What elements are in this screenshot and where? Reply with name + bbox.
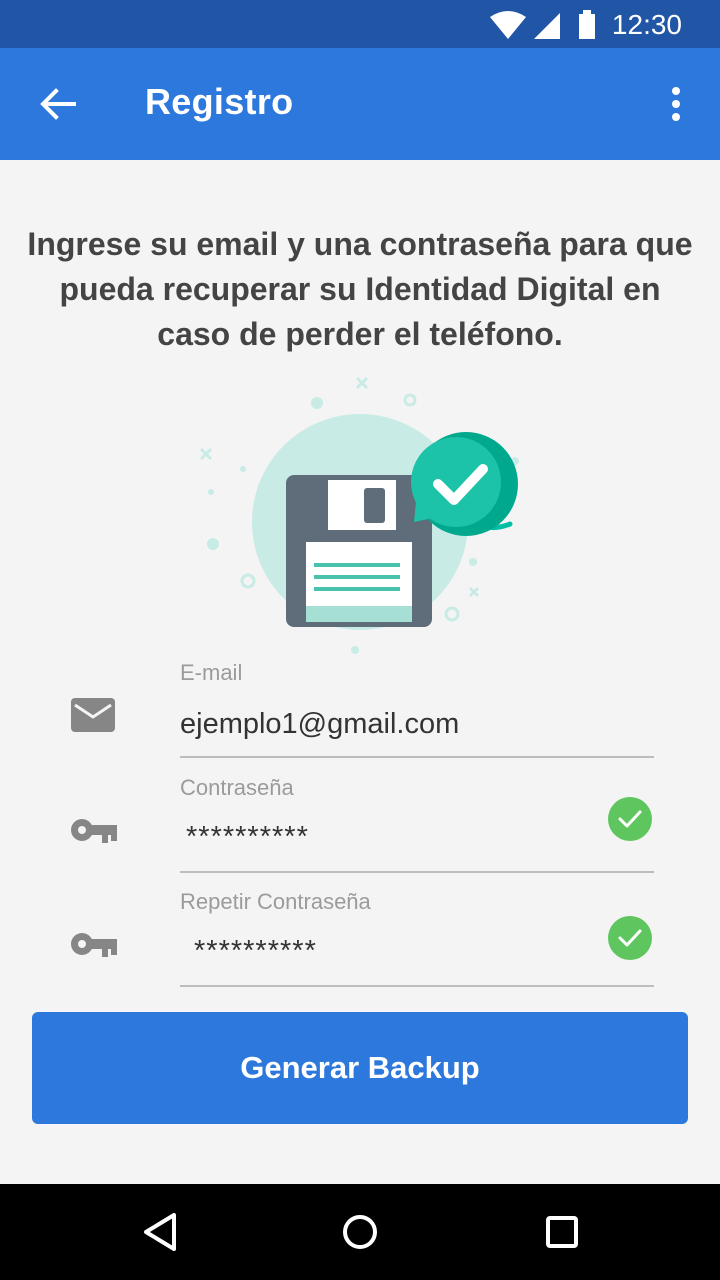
check-icon [608,797,652,841]
app-bar: Registro [0,48,720,160]
repeat-password-underline [180,985,654,987]
status-bar: 12:30 [0,0,720,48]
more-vert-icon[interactable] [660,82,692,126]
signal-icon [534,13,560,39]
nav-bar [0,1184,720,1280]
wifi-icon [490,11,526,39]
email-input[interactable]: ejemplo1@gmail.com [180,708,459,741]
key-icon [71,933,117,957]
repeat-password-input[interactable]: ********** [194,935,317,968]
password-label: Contraseña [180,775,294,800]
arrow-back-icon[interactable] [36,82,80,126]
generate-backup-button[interactable]: Generar Backup [32,1012,688,1124]
password-underline [180,871,654,873]
recents-square-icon[interactable] [540,1210,584,1254]
check-icon [608,916,652,960]
status-icons [490,10,595,39]
key-icon [71,819,117,843]
intro-text: Ingrese su email y una contraseña para q… [27,226,693,352]
repeat-password-label: Repetir Contraseña [180,889,371,914]
back-triangle-icon[interactable] [138,1210,182,1254]
page-title: Registro [145,81,294,122]
email-label: E-mail [180,660,243,685]
mail-icon [71,698,115,732]
status-time: 12:30 [611,9,682,40]
battery-icon [579,10,595,39]
floppy-disk-check-illustration [199,376,519,654]
email-field[interactable]: E-mail ejemplo1@gmail.com [180,660,654,760]
password-field[interactable]: Contraseña ********** [180,775,654,875]
email-underline [180,756,654,758]
home-circle-icon[interactable] [338,1210,382,1254]
password-input[interactable]: ********** [186,821,309,854]
repeat-password-field[interactable]: Repetir Contraseña ********** [180,889,654,989]
